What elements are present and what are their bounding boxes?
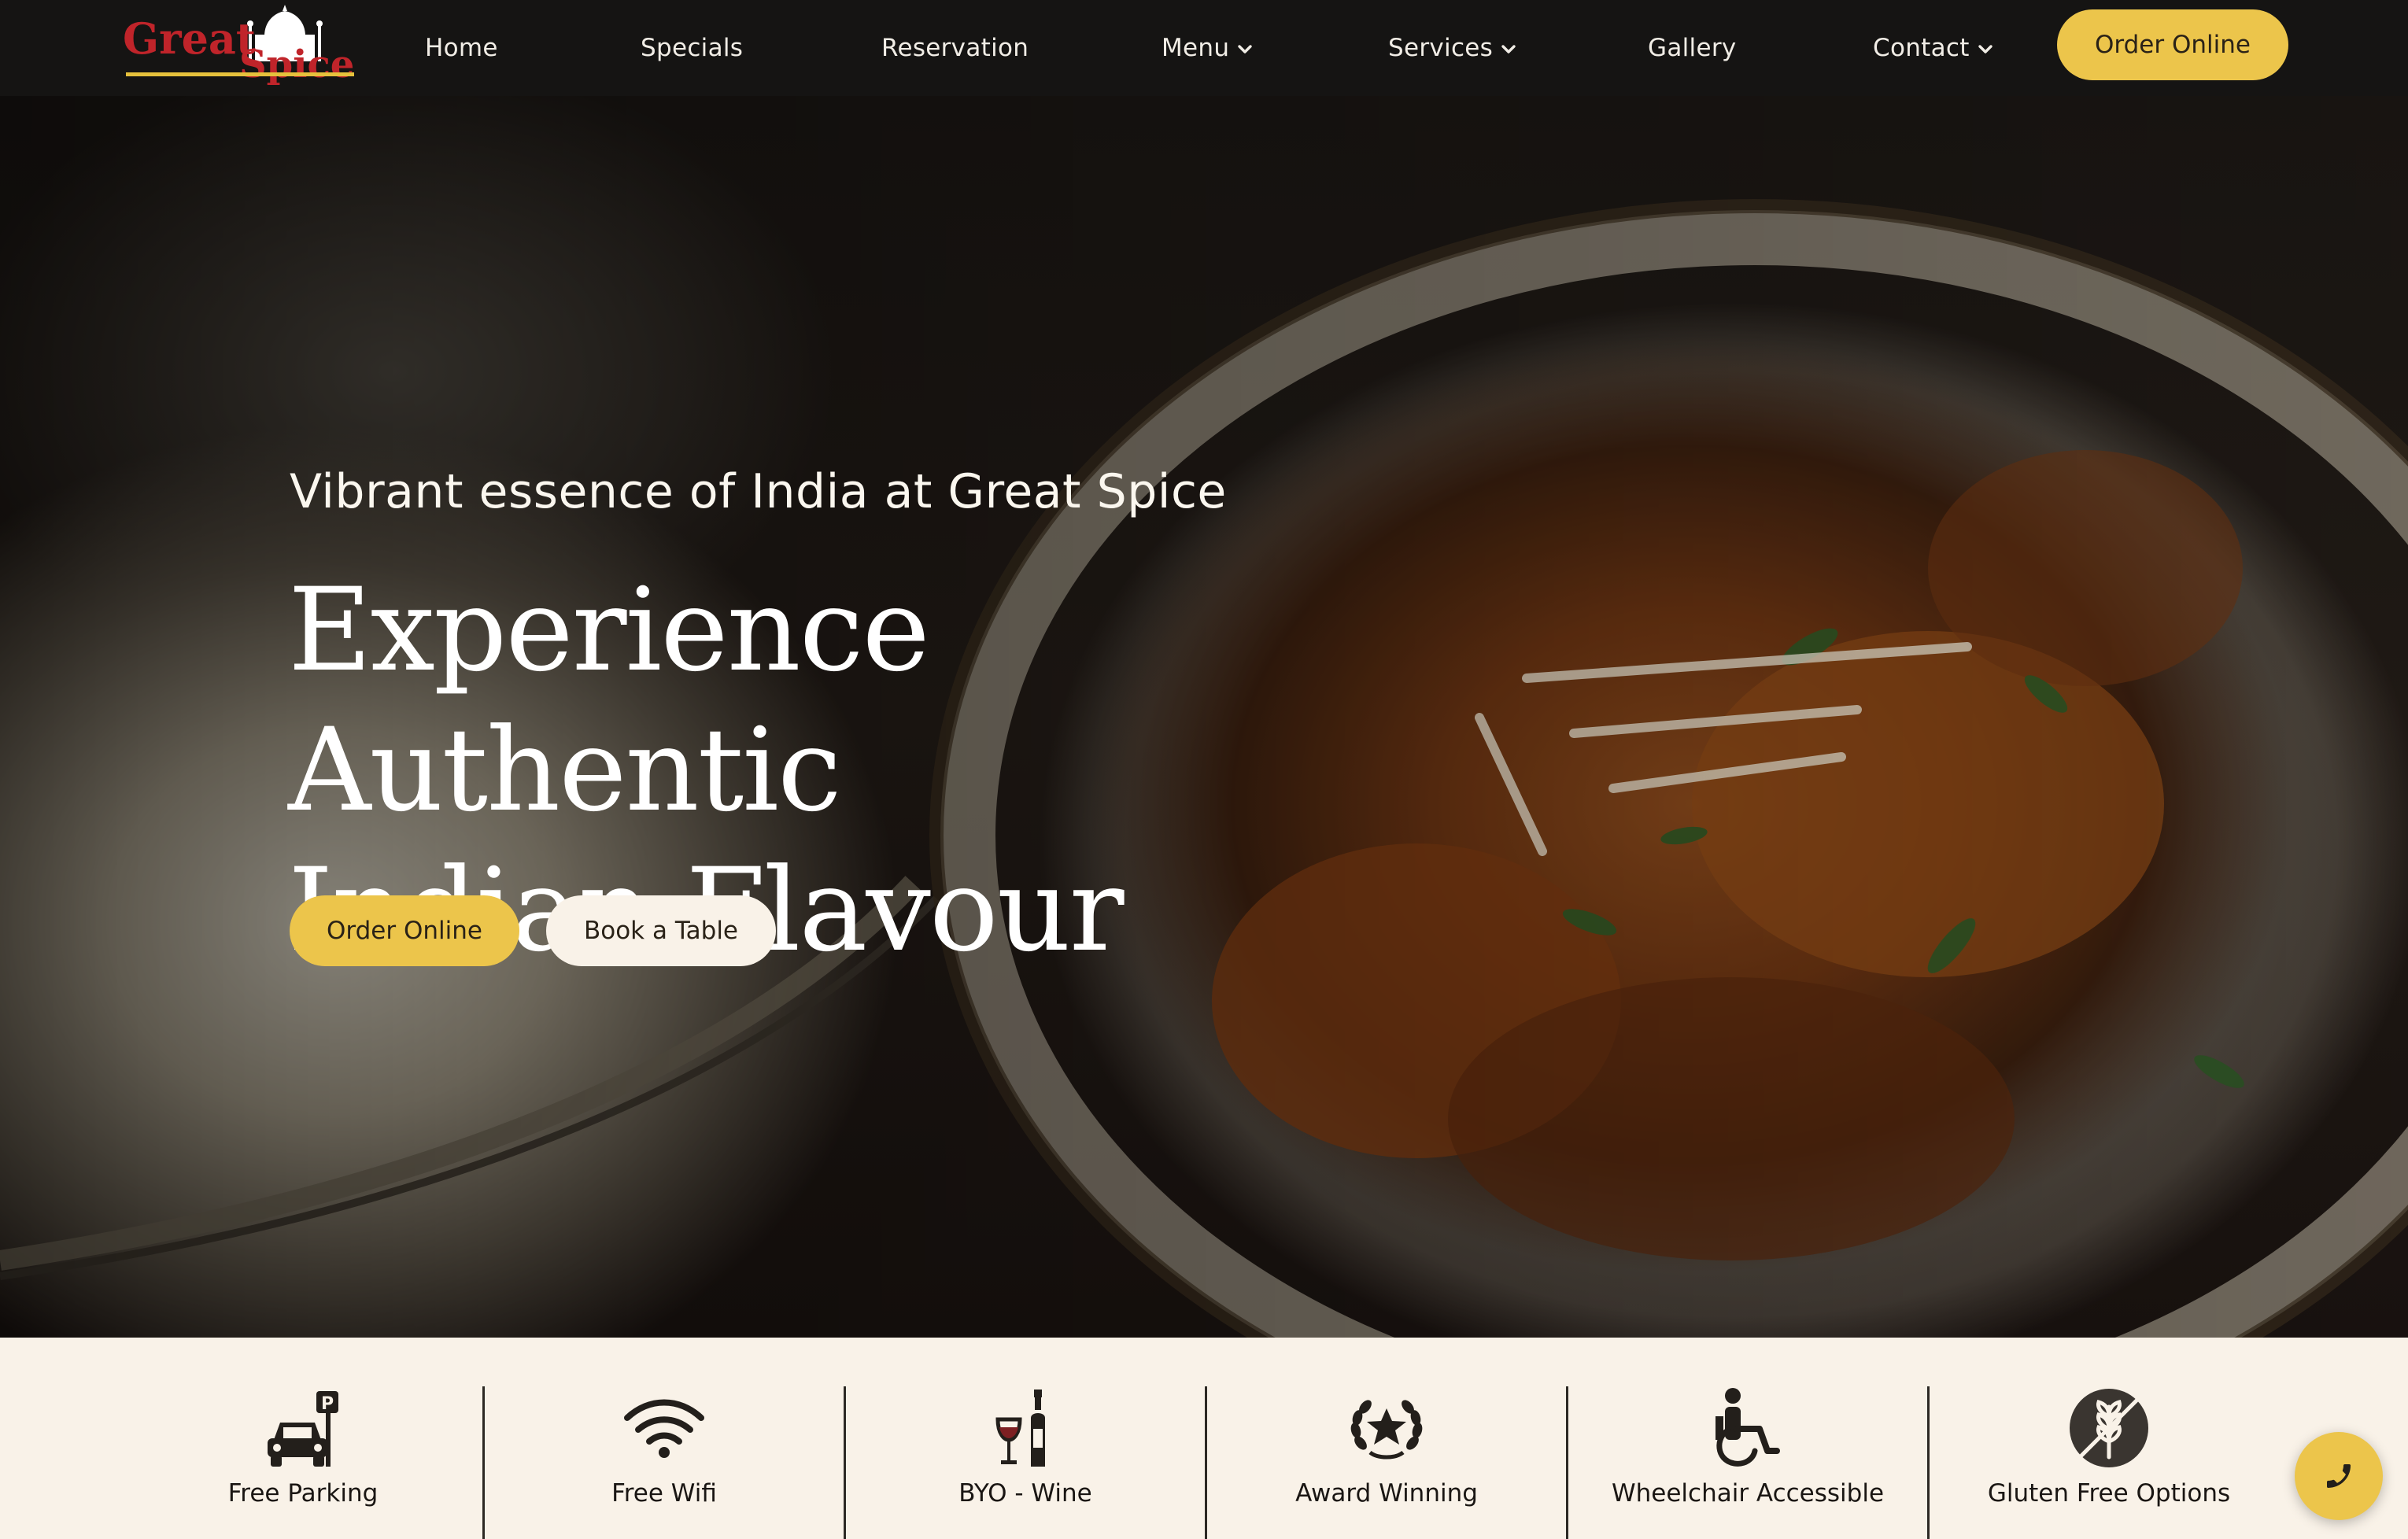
brand-logo[interactable]: Great Spice xyxy=(121,5,357,91)
nav-home[interactable]: Home xyxy=(425,0,498,96)
nav-gallery-label: Gallery xyxy=(1648,34,1737,62)
gluten-free-icon xyxy=(2070,1389,2148,1467)
nav-menu-label: Menu xyxy=(1162,34,1230,62)
wifi-icon xyxy=(624,1399,704,1458)
nav-home-label: Home xyxy=(425,34,498,62)
wheelchair-icon xyxy=(1716,1388,1780,1467)
nav-services[interactable]: Services xyxy=(1388,0,1518,96)
nav-specials[interactable]: Specials xyxy=(641,0,743,96)
feature-label: Gluten Free Options xyxy=(1987,1479,2231,1508)
feature-label: BYO - Wine xyxy=(958,1479,1092,1508)
feature-label: Award Winning xyxy=(1295,1479,1478,1508)
feature-label: Free Wifi xyxy=(611,1479,717,1508)
nav-contact-label: Contact xyxy=(1873,34,1970,62)
feature-byo-wine: BYO - Wine xyxy=(844,1338,1206,1539)
logo-underline xyxy=(126,72,354,76)
chevron-down-icon xyxy=(1978,45,1993,54)
call-button[interactable] xyxy=(2295,1432,2383,1520)
hero-section: Vibrant essence of India at Great Spice … xyxy=(0,96,2408,1338)
award-icon xyxy=(1350,1400,1423,1460)
features-bar: P Free Parking Free Wifi BYO - Wine Awar… xyxy=(0,1338,2408,1539)
book-table-label: Book a Table xyxy=(583,917,739,945)
nav-menu[interactable]: Menu xyxy=(1162,0,1254,96)
hero-order-online-button[interactable]: Order Online xyxy=(290,895,519,966)
wine-icon xyxy=(995,1390,1045,1467)
nav-gallery[interactable]: Gallery xyxy=(1648,0,1737,96)
feature-label: Wheelchair Accessible xyxy=(1611,1479,1885,1508)
car-parking-icon: P xyxy=(268,1391,338,1467)
top-navbar: Great Spice Home Specials Reservation Me… xyxy=(0,0,2408,96)
feature-gluten-free: Gluten Free Options xyxy=(1928,1338,2290,1539)
nav-specials-label: Specials xyxy=(641,34,744,62)
feature-label: Free Parking xyxy=(227,1479,379,1508)
feature-free-parking: P Free Parking xyxy=(122,1338,484,1539)
hero-order-online-label: Order Online xyxy=(327,917,482,945)
nav-reservation-label: Reservation xyxy=(881,34,1029,62)
svg-text:P: P xyxy=(321,1394,334,1414)
book-table-button[interactable]: Book a Table xyxy=(546,895,776,966)
chevron-down-icon xyxy=(1501,45,1516,54)
feature-wheelchair-accessible: Wheelchair Accessible xyxy=(1567,1338,1929,1539)
nav-order-online-button[interactable]: Order Online xyxy=(2057,9,2288,80)
hero-subtitle: Vibrant essence of India at Great Spice xyxy=(290,464,1227,519)
feature-free-wifi: Free Wifi xyxy=(483,1338,845,1539)
nav-reservation[interactable]: Reservation xyxy=(881,0,1029,96)
nav-order-online-label: Order Online xyxy=(2095,31,2251,59)
chevron-down-icon xyxy=(1238,45,1253,54)
nav-contact[interactable]: Contact xyxy=(1873,0,1995,96)
phone-icon xyxy=(2327,1464,2351,1488)
svg-text:Great: Great xyxy=(123,13,256,64)
svg-text:Spice: Spice xyxy=(239,42,354,87)
feature-award-winning: Award Winning xyxy=(1206,1338,1568,1539)
nav-services-label: Services xyxy=(1388,34,1494,62)
hero-title-line-1: Experience Authentic xyxy=(288,563,930,837)
